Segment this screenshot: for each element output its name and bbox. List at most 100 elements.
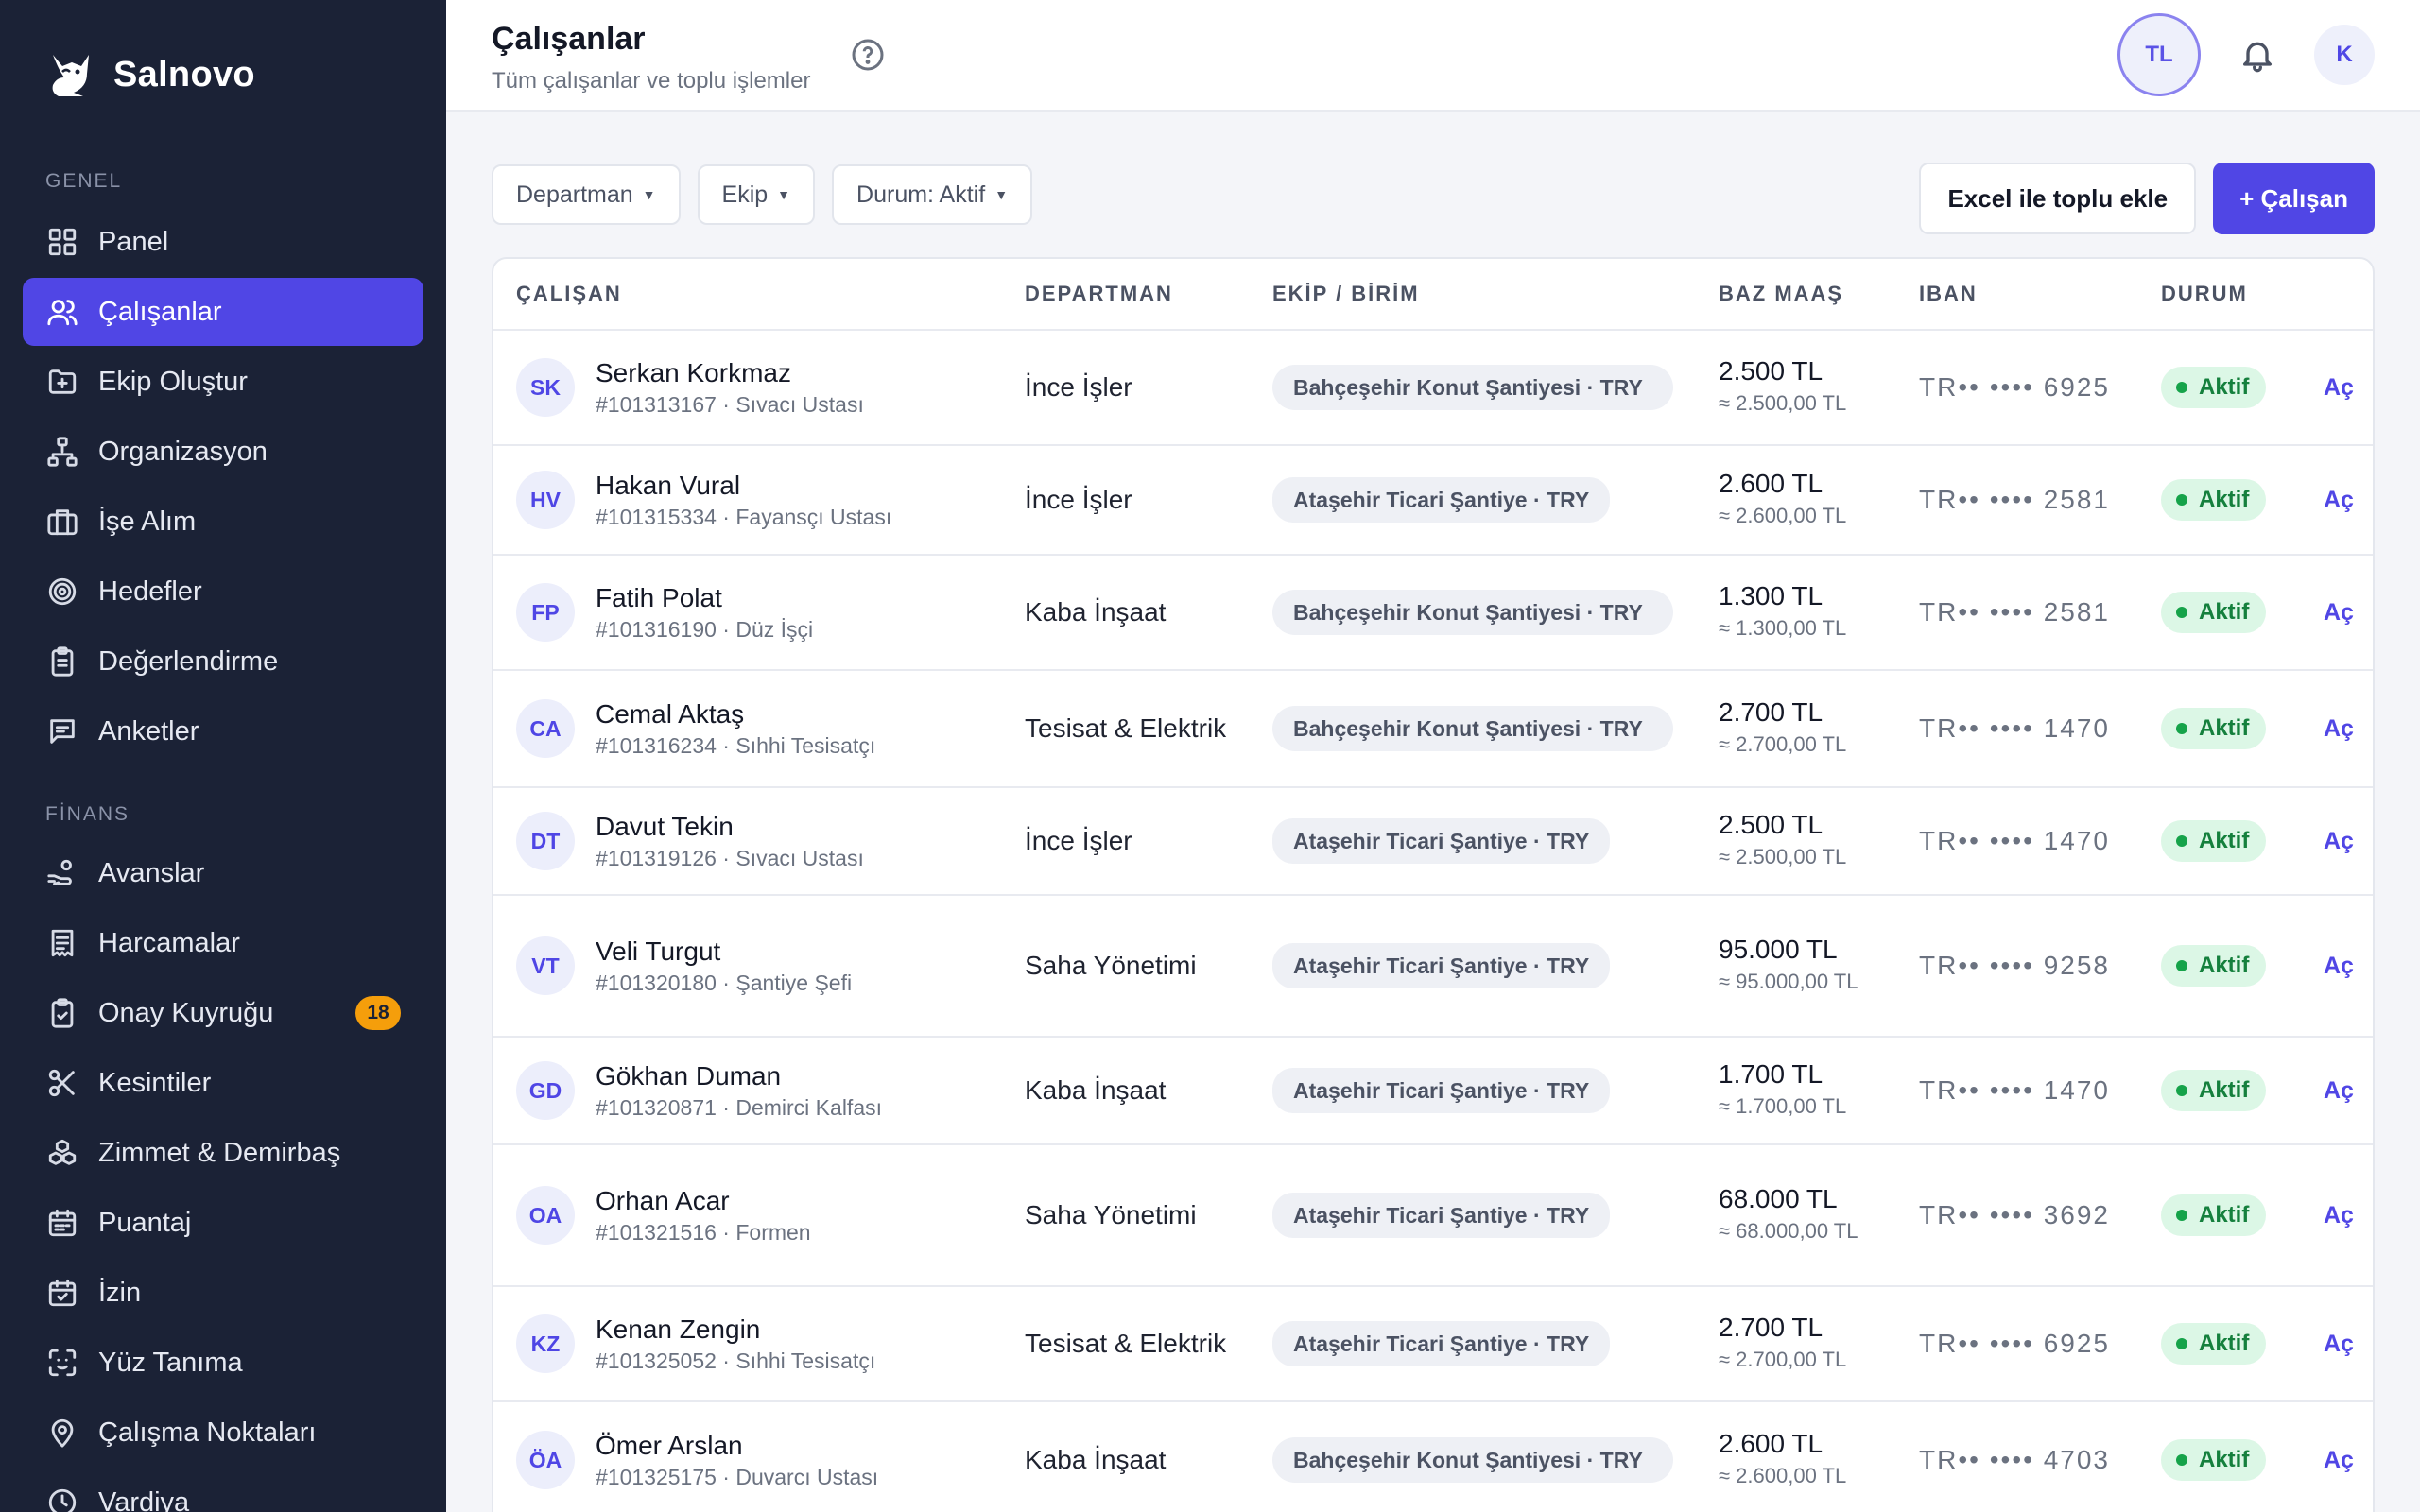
sidebar-item-zimmet-demirbas[interactable]: Zimmet & Demirbaş <box>23 1119 424 1187</box>
currency-switch-button[interactable]: TL <box>2118 13 2201 96</box>
status-cell: Aktif <box>2161 556 2267 669</box>
sidebar-item-puantaj[interactable]: Puantaj <box>23 1189 424 1257</box>
sidebar-item-kesintiler[interactable]: Kesintiler <box>23 1049 424 1117</box>
open-cell: Aç <box>2324 1038 2354 1143</box>
open-cell: Aç <box>2324 671 2354 786</box>
salary-block: 2.500 TL ≈ 2.500,00 TL <box>1719 355 1870 420</box>
sidebar: Salnovo GENEL Panel Çalışanlar Ekip Oluş… <box>0 0 446 1512</box>
column-header-status[interactable]: DURUM <box>2161 282 2248 306</box>
sidebar-item-ekip-olustur[interactable]: Ekip Oluştur <box>23 348 424 416</box>
employee-name[interactable]: Hakan Vural <box>596 469 891 503</box>
add-employee-button[interactable]: + Çalışan <box>2213 163 2375 234</box>
column-header-base-salary[interactable]: BAZ MAAŞ <box>1719 282 1843 306</box>
employee-name[interactable]: Ömer Arslan <box>596 1429 878 1463</box>
table-row[interactable]: ÖA Ömer Arslan #101325175 · Duvarcı Ustası… <box>493 1402 2373 1512</box>
employee-name[interactable]: Davut Tekin <box>596 810 864 844</box>
brand[interactable]: Salnovo <box>45 45 255 104</box>
open-employee-link[interactable]: Aç <box>2324 599 2354 627</box>
sidebar-item-panel[interactable]: Panel <box>23 208 424 276</box>
open-employee-link[interactable]: Aç <box>2324 1331 2354 1358</box>
salary-block: 2.700 TL ≈ 2.700,00 TL <box>1719 1312 1870 1376</box>
employee-avatar: VT <box>516 936 575 995</box>
department-text: Saha Yönetimi <box>1025 1200 1197 1229</box>
base-salary: 2.600 TL <box>1719 1429 1824 1458</box>
team-filter[interactable]: Ekip ▼ <box>697 164 816 225</box>
grid-icon <box>45 225 79 259</box>
table-row[interactable]: DT Davut Tekin #101319126 · Sıvacı Ustası İ… <box>493 788 2373 896</box>
team-cell: Ataşehir Ticari Şantiye · TRY <box>1272 446 1611 554</box>
sidebar-item-izin[interactable]: İzin <box>23 1259 424 1327</box>
employee-name[interactable]: Cemal Aktaş <box>596 697 875 731</box>
sidebar-item-onay-kuyrugu[interactable]: Onay Kuyruğu 18 <box>23 979 424 1047</box>
employee-name[interactable]: Kenan Zengin <box>596 1313 875 1347</box>
table-row[interactable]: CA Cemal Aktaş #101316234 · Sıhhi Tesisatç… <box>493 671 2373 788</box>
table-row[interactable]: GD Gökhan Duman #101320871 · Demirci Kalfa… <box>493 1038 2373 1145</box>
open-employee-link[interactable]: Aç <box>2324 374 2354 402</box>
clipboard-icon <box>45 644 79 679</box>
employee-name[interactable]: Gökhan Duman <box>596 1059 882 1093</box>
open-employee-link[interactable]: Aç <box>2324 487 2354 514</box>
status-filter[interactable]: Durum: Aktif ▼ <box>832 164 1033 225</box>
help-icon[interactable] <box>851 38 885 72</box>
column-header-department[interactable]: DEPARTMAN <box>1025 282 1173 306</box>
open-employee-link[interactable]: Aç <box>2324 1077 2354 1105</box>
table-row[interactable]: FP Fatih Polat #101316190 · Düz İşçi Kaba İ… <box>493 556 2373 671</box>
user-avatar[interactable]: K <box>2314 25 2375 85</box>
column-header-employee[interactable]: ÇALIŞAN <box>516 282 622 306</box>
open-employee-link[interactable]: Aç <box>2324 828 2354 855</box>
bulk-add-excel-button[interactable]: Excel ile toplu ekle <box>1919 163 2197 234</box>
table-row[interactable]: OA Orhan Acar #101321516 · Formen Saha Yöne… <box>493 1145 2373 1287</box>
team-pill: Ataşehir Ticari Şantiye · TRY <box>1272 1068 1611 1113</box>
sidebar-item-avanslar[interactable]: Avanslar <box>23 839 424 907</box>
employee-name[interactable]: Serkan Korkmaz <box>596 356 864 390</box>
masked-iban: TR•• •••• 3692 <box>1919 1200 2110 1229</box>
table-row[interactable]: KZ Kenan Zengin #101325052 · Sıhhi Tesisat… <box>493 1287 2373 1402</box>
page-subtitle: Tüm çalışanlar ve toplu işlemler <box>492 68 811 94</box>
open-employee-link[interactable]: Aç <box>2324 1447 2354 1474</box>
face-scan-icon <box>45 1346 79 1380</box>
sidebar-item-vardiya[interactable]: Vardiya <box>23 1469 424 1512</box>
base-salary: 1.700 TL <box>1719 1059 1824 1089</box>
message-square-icon <box>45 714 79 748</box>
sidebar-item-yuz-tanima[interactable]: Yüz Tanıma <box>23 1329 424 1397</box>
department-filter[interactable]: Departman ▼ <box>492 164 681 225</box>
open-employee-link[interactable]: Aç <box>2324 1202 2354 1229</box>
table-row[interactable]: SK Serkan Korkmaz #101313167 · Sıvacı Usta… <box>493 331 2373 446</box>
department-cell: Kaba İnşaat <box>1025 1402 1233 1512</box>
employee-meta: #101316234 · Sıhhi Tesisatçı <box>596 733 876 758</box>
sidebar-item-calisma-noktalari[interactable]: Çalışma Noktaları <box>23 1399 424 1467</box>
employee-cell: FP Fatih Polat #101316190 · Düz İşçi <box>516 556 813 669</box>
department-text: İnce İşler <box>1025 485 1132 514</box>
table-row[interactable]: VT Veli Turgut #101320180 · Şantiye Şefi Sa… <box>493 896 2373 1038</box>
base-salary: 2.600 TL <box>1719 469 1824 498</box>
employee-name[interactable]: Veli Turgut <box>596 935 852 969</box>
status-badge: Aktif <box>2161 945 2267 987</box>
open-employee-link[interactable]: Aç <box>2324 715 2354 743</box>
employee-info: Kenan Zengin #101325052 · Sıhhi Tesisatçı <box>596 1313 875 1375</box>
status-dot-icon <box>2176 723 2187 734</box>
department-cell: İnce İşler <box>1025 788 1233 894</box>
bell-icon[interactable] <box>2238 36 2276 74</box>
employee-name[interactable]: Orhan Acar <box>596 1184 811 1218</box>
sidebar-item-harcamalar[interactable]: Harcamalar <box>23 909 424 977</box>
chevron-down-icon: ▼ <box>642 187 656 202</box>
sidebar-item-anketler[interactable]: Anketler <box>23 697 424 765</box>
sidebar-item-calisanlar[interactable]: Çalışanlar <box>23 278 424 346</box>
sidebar-item-hedefler[interactable]: Hedefler <box>23 558 424 626</box>
column-header-iban[interactable]: IBAN <box>1919 282 1978 306</box>
employee-name[interactable]: Fatih Polat <box>596 581 813 615</box>
sidebar-item-label: Avanslar <box>98 857 205 888</box>
chevron-down-icon: ▼ <box>777 187 791 202</box>
open-employee-link[interactable]: Aç <box>2324 953 2354 980</box>
iban-cell: TR•• •••• 9258 <box>1919 896 2127 1036</box>
toolbar: Departman ▼ Ekip ▼ Durum: Aktif ▼ Excel ile… <box>492 163 2375 234</box>
status-cell: Aktif <box>2161 331 2267 444</box>
sidebar-item-ise-alim[interactable]: İşe Alım <box>23 488 424 556</box>
table-row[interactable]: HV Hakan Vural #101315334 · Fayansçı Ustas… <box>493 446 2373 556</box>
filter-label: Departman <box>516 180 633 208</box>
header-actions: TL K <box>2118 13 2375 96</box>
sidebar-item-organizasyon[interactable]: Organizasyon <box>23 418 424 486</box>
sidebar-item-degerlendirme[interactable]: Değerlendirme <box>23 627 424 696</box>
salary-converted: ≈ 95.000,00 TL <box>1719 970 1858 993</box>
column-header-team[interactable]: EKİP / BİRİM <box>1272 282 1420 306</box>
